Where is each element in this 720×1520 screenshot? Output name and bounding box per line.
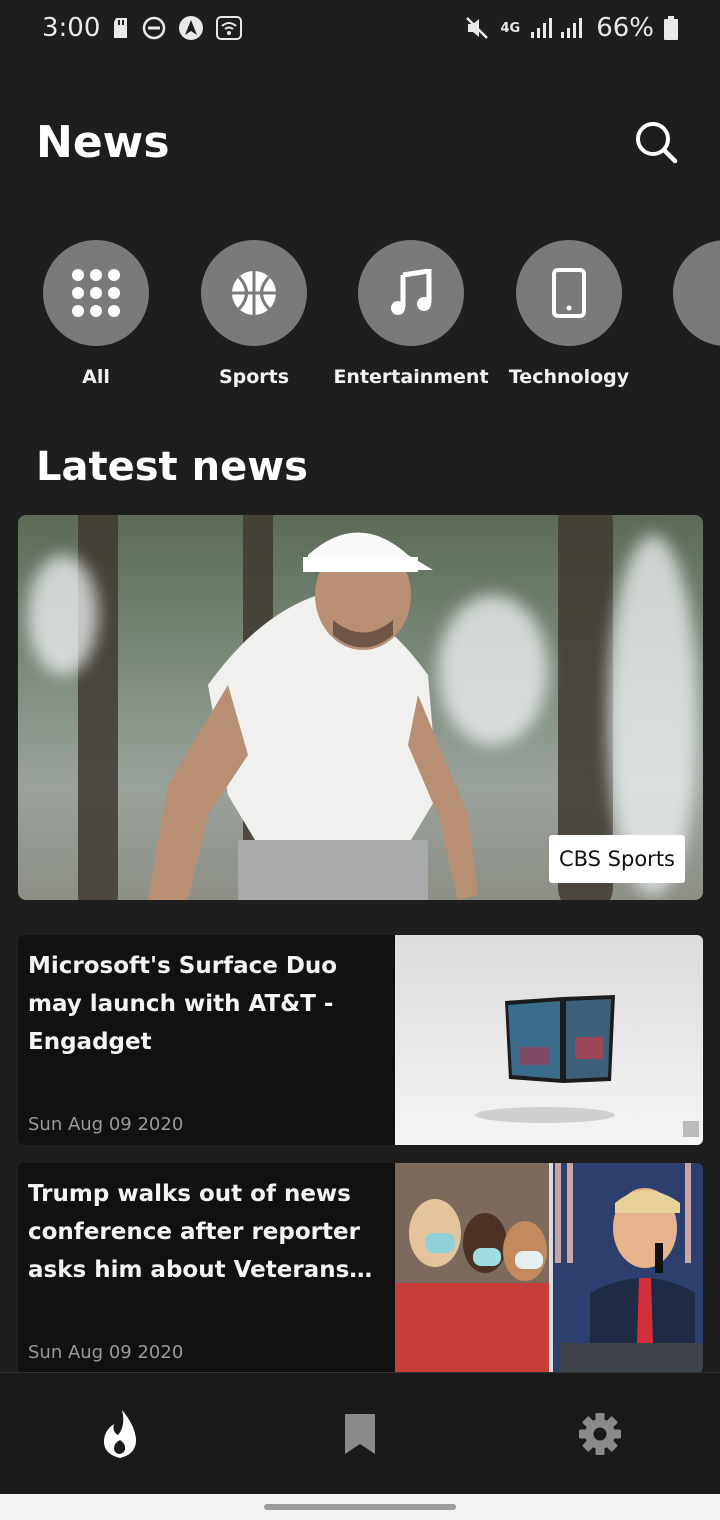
nav-icon [178,15,204,41]
category-label: Entertainment [333,366,489,388]
status-left: 3:00 [42,13,243,43]
status-bar: 3:00 4G 66% [0,0,720,56]
phone-icon [552,268,586,318]
article-card[interactable]: Trump walks out of news conference after… [18,1163,703,1373]
category-sports[interactable]: Sports [175,240,333,388]
article-date: Sun Aug 09 2020 [28,1342,184,1363]
section-title: Latest news [36,444,308,490]
article-card[interactable]: Microsoft's Surface Duo may launch with … [18,935,703,1145]
category-carousel[interactable]: All Sports Entertainment Technology [0,240,720,400]
category-technology[interactable]: Technology [490,240,648,388]
nav-item-bookmarks[interactable] [240,1373,480,1494]
category-label: Technology [508,366,630,388]
article-title: Trump walks out of news conference after… [28,1181,360,1283]
article-date: Sun Aug 09 2020 [28,1114,184,1135]
battery-icon [664,16,678,40]
signal-icon [530,17,586,39]
settings-icon [579,1412,621,1455]
category-circle [358,240,464,346]
category-circle [673,240,720,346]
search-icon [636,122,678,164]
article-text: Trump walks out of news conference after… [18,1163,395,1373]
category-circle [516,240,622,346]
do-not-disturb-icon [142,16,166,40]
category-label: Sports [218,366,290,388]
article-thumbnail [395,1163,703,1373]
hero-article[interactable]: CBS Sports [18,515,703,900]
category-label: All [82,366,110,388]
music-note-icon [391,269,432,315]
page-title: News [36,116,170,168]
status-right: 4G 66% [464,13,678,43]
category-circle [201,240,307,346]
wifi-icon [216,16,243,40]
category-circle [43,240,149,346]
home-gesture-handle[interactable] [264,1504,456,1510]
network-type: 4G [500,20,521,36]
bookmark-icon [345,1413,375,1454]
grid-icon [72,269,120,317]
search-button[interactable] [628,114,684,170]
article-title: Microsoft's Surface Duo may launch with … [28,953,338,1055]
sd-card-icon [112,17,130,39]
nav-item-settings[interactable] [480,1373,720,1494]
gesture-bar [0,1494,720,1520]
basketball-icon [232,271,276,315]
app-header: News [36,112,684,172]
nav-item-trending[interactable] [0,1373,240,1494]
category-partial[interactable]: S [647,240,720,388]
battery-percent: 66% [596,13,654,43]
source-badge: CBS Sports [548,835,685,883]
status-time: 3:00 [42,13,101,43]
flame-icon [103,1409,137,1458]
article-thumbnail [395,935,703,1145]
category-all[interactable]: All [17,240,175,388]
article-text: Microsoft's Surface Duo may launch with … [18,935,395,1145]
category-entertainment[interactable]: Entertainment [332,240,490,388]
bottom-nav [0,1372,720,1494]
mute-icon [464,15,490,41]
